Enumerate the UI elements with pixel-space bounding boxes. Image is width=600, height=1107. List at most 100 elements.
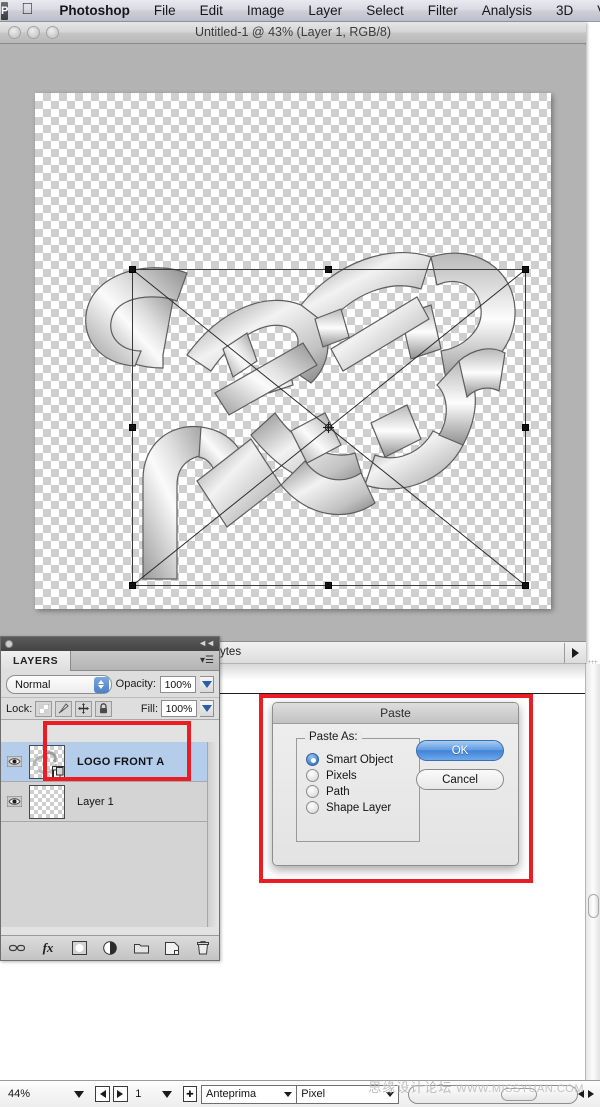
panel-drag-bar[interactable]: ◄◄: [1, 637, 219, 651]
radio-button-icon[interactable]: [306, 785, 319, 798]
radio-option-shape-layer[interactable]: Shape Layer: [306, 801, 419, 814]
scrollbar-thumb[interactable]: [588, 894, 599, 918]
menu-item-edit[interactable]: Edit: [188, 3, 235, 18]
menu-item-3d[interactable]: 3D: [544, 3, 585, 18]
page-number-value[interactable]: 1: [135, 1085, 141, 1104]
preview-mode-select[interactable]: Anteprima: [201, 1084, 298, 1104]
ok-button[interactable]: OK: [416, 740, 504, 761]
menu-item-image[interactable]: Image: [235, 3, 297, 18]
half-circle-icon: [103, 941, 117, 955]
lock-position-icon[interactable]: [75, 700, 93, 717]
menu-item-view[interactable]: View: [585, 3, 600, 18]
layers-tab-row[interactable]: LAYERS ▾☰: [1, 651, 219, 671]
new-page-icon: [165, 941, 179, 955]
apple-logo-icon[interactable]: : [21, 1, 33, 18]
checker-square-icon: [38, 703, 49, 714]
blend-mode-row[interactable]: Normal Opacity: 100%: [1, 671, 219, 698]
layer-style-fx-icon[interactable]: fx: [40, 940, 57, 957]
layer-name[interactable]: Layer 1: [77, 796, 114, 808]
previous-page-icon[interactable]: [95, 1086, 111, 1102]
new-group-icon[interactable]: [133, 940, 150, 957]
layer-visibility-eye-icon[interactable]: [3, 751, 25, 773]
radio-button-icon[interactable]: [306, 801, 319, 814]
new-layer-icon[interactable]: [164, 940, 181, 957]
fill-input[interactable]: 100%: [161, 700, 197, 717]
page-dropdown-icon[interactable]: [161, 1085, 172, 1104]
delete-layer-icon[interactable]: [195, 940, 212, 957]
menu-item-filter[interactable]: Filter: [416, 3, 470, 18]
transform-handle-bottom-center[interactable]: [325, 582, 332, 589]
radio-option-pixels[interactable]: Pixels: [306, 769, 419, 782]
lock-transparent-pixels-icon[interactable]: [35, 700, 53, 717]
document-title: Untitled-1 @ 43% (Layer 1, RGB/8): [194, 25, 392, 39]
transform-handle-top-right[interactable]: [522, 266, 529, 273]
link-layers-icon[interactable]: [9, 940, 26, 957]
watermark-cn-text: 思缘设计论坛: [368, 1080, 453, 1095]
fill-dropdown-icon[interactable]: [200, 700, 214, 717]
app-badge-icon: P: [1, 1, 9, 20]
radio-option-smart-object[interactable]: Smart Object: [306, 753, 419, 766]
layer-thumbnail[interactable]: [29, 784, 65, 819]
transform-bounding-box[interactable]: [129, 266, 529, 589]
paste-dialog[interactable]: Paste Paste As: Smart Object Pixels Path: [272, 702, 519, 866]
transform-handle-top-center[interactable]: [325, 266, 332, 273]
add-layer-mask-icon[interactable]: [71, 940, 88, 957]
layer-visibility-eye-icon[interactable]: [3, 791, 25, 813]
new-adjustment-layer-icon[interactable]: [102, 940, 119, 957]
radio-label: Path: [326, 785, 350, 798]
menu-item-photoshop[interactable]: Photoshop: [47, 3, 142, 18]
blend-mode-stepper-icon[interactable]: [93, 676, 109, 693]
bottom-zoom-dropdown-icon[interactable]: [74, 1085, 85, 1104]
next-page-icon[interactable]: [113, 1086, 128, 1102]
lock-row[interactable]: Lock: Fill: 100%: [1, 698, 219, 720]
panel-close-icon[interactable]: [5, 640, 13, 648]
canvas-area[interactable]: [0, 45, 586, 641]
trash-icon: [197, 941, 209, 955]
preview-mode-value: Anteprima: [206, 1088, 257, 1100]
eye-icon: [6, 756, 22, 767]
collapse-panel-icon[interactable]: ◄◄: [198, 638, 215, 648]
transform-handle-middle-right[interactable]: [522, 423, 529, 431]
blend-mode-select[interactable]: Normal: [6, 674, 112, 694]
move-cross-icon: [78, 703, 90, 714]
document-window: Untitled-1 @ 43% (Layer 1, RGB/8) bytes: [0, 22, 586, 664]
radio-button-icon[interactable]: [306, 769, 319, 782]
canvas-transparent-sheet[interactable]: [35, 93, 551, 609]
lock-all-icon[interactable]: [95, 700, 113, 717]
document-title-bar[interactable]: Untitled-1 @ 43% (Layer 1, RGB/8): [0, 22, 586, 44]
transform-handle-bottom-left[interactable]: [129, 582, 136, 589]
transform-handle-bottom-right[interactable]: [522, 582, 529, 589]
transform-handle-top-left[interactable]: [129, 266, 136, 273]
menu-item-select[interactable]: Select: [354, 3, 416, 18]
transform-reference-point-icon[interactable]: [323, 421, 334, 433]
os-menu-bar[interactable]: P  Photoshop File Edit Image Layer Sele…: [0, 0, 600, 22]
tab-layers[interactable]: LAYERS: [1, 651, 72, 671]
radio-option-path[interactable]: Path: [306, 785, 419, 798]
layers-list-scrollbar[interactable]: [207, 742, 219, 927]
lock-image-pixels-icon[interactable]: [55, 700, 73, 717]
paste-as-fieldset: Paste As: Smart Object Pixels Path Shape…: [296, 731, 420, 842]
lock-label: Lock:: [6, 702, 33, 715]
layers-panel[interactable]: ◄◄ LAYERS ▾☰ Normal Opacity: 100% Lock:: [0, 636, 220, 961]
add-icon[interactable]: ✚: [182, 1086, 198, 1102]
opacity-input[interactable]: 100%: [160, 675, 196, 693]
vertical-scrollbar[interactable]: [585, 664, 600, 1085]
menu-item-file[interactable]: File: [142, 3, 188, 18]
blend-mode-value: Normal: [15, 678, 51, 691]
cancel-button[interactable]: Cancel: [416, 769, 504, 790]
opacity-dropdown-icon[interactable]: [200, 675, 214, 693]
eye-icon: [6, 796, 22, 807]
radio-label: Shape Layer: [326, 801, 392, 814]
transform-handle-middle-left[interactable]: [129, 423, 136, 431]
layers-panel-footer[interactable]: fx: [1, 935, 219, 960]
radio-button-icon[interactable]: [306, 753, 319, 766]
scroll-right-icon[interactable]: [588, 1085, 595, 1104]
panel-menu-icon[interactable]: ▾☰: [200, 655, 214, 666]
menu-item-layer[interactable]: Layer: [296, 3, 354, 18]
table-row[interactable]: Layer 1: [1, 782, 219, 822]
bottom-zoom-value[interactable]: 44%: [0, 1085, 58, 1104]
watermark-url-text: WWW.MISSYUAN.COM: [456, 1083, 584, 1095]
menu-item-analysis[interactable]: Analysis: [470, 3, 544, 18]
watermark: 思缘设计论坛 WWW.MISSYUAN.COM: [368, 1077, 584, 1096]
status-bar-menu-icon[interactable]: [564, 642, 586, 663]
